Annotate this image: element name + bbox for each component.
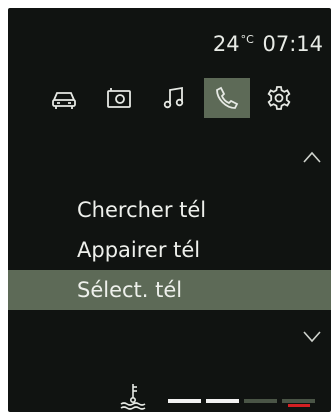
chevron-down-icon [303,331,321,343]
gear-icon [267,86,291,110]
menu-item-select-phone[interactable]: Sélect. tél [8,270,331,310]
infotainment-screen: 24°C 07:14 Chercher tél Appairer tél Sél… [8,8,331,412]
menu-item-label: Appairer tél [77,238,201,262]
clock-time: 07:14 [262,32,323,56]
tab-radio[interactable] [96,78,142,118]
gauge-segment [244,399,277,403]
tab-settings[interactable] [256,78,302,118]
icon-bar [8,78,331,128]
menu-item-label: Sélect. tél [77,278,183,302]
tab-vehicle[interactable] [41,78,87,118]
status-bar: 24°C 07:14 [213,32,323,56]
scroll-up-button[interactable] [303,148,321,163]
menu-item-label: Chercher tél [77,198,207,222]
gauge-warning-marker [288,404,310,407]
scroll-down-button[interactable] [303,328,321,343]
phone-menu: Chercher tél Appairer tél Sélect. tél [8,190,331,310]
temperature-unit: °C [240,33,254,46]
chevron-up-icon [303,151,321,163]
engine-temperature-gauge [168,399,328,407]
tab-media[interactable] [151,78,197,118]
music-note-icon [163,86,184,109]
phone-icon [216,86,239,109]
temperature-value: 24 [212,32,240,56]
radio-icon [107,88,131,108]
coolant-temperature-icon [118,382,148,410]
menu-item-search-phone[interactable]: Chercher tél [8,190,331,230]
menu-item-pair-phone[interactable]: Appairer tél [8,230,331,270]
gauge-segment [206,399,239,403]
gauge-segment [168,399,201,403]
car-icon [52,92,76,109]
tab-phone[interactable] [204,78,250,118]
gauge-segment [282,399,315,403]
